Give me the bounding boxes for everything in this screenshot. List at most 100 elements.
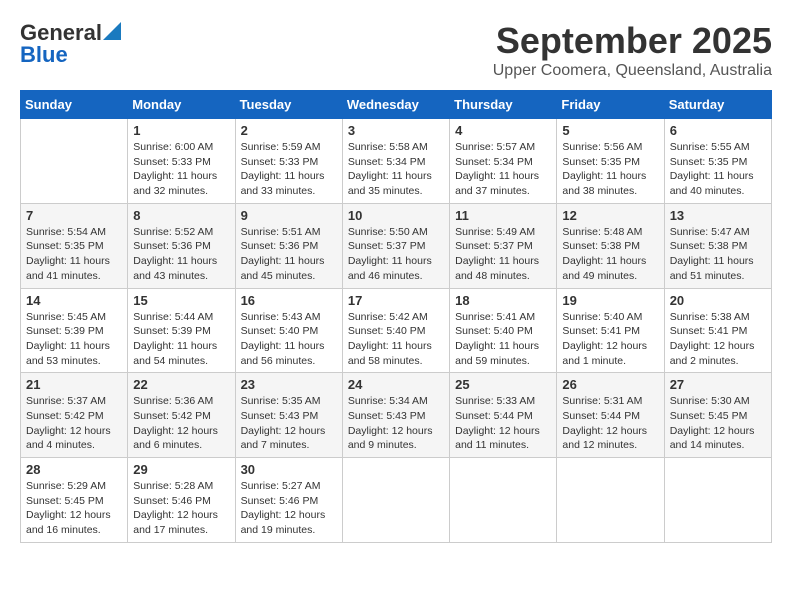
calendar-cell: 27 Sunrise: 5:30 AM Sunset: 5:45 PM Dayli… bbox=[664, 373, 771, 458]
calendar-cell: 21 Sunrise: 5:37 AM Sunset: 5:42 PM Dayli… bbox=[21, 373, 128, 458]
calendar-cell: 1 Sunrise: 6:00 AM Sunset: 5:33 PM Daylig… bbox=[128, 119, 235, 204]
day-info: Sunrise: 5:56 AM Sunset: 5:35 PM Dayligh… bbox=[562, 140, 658, 199]
calendar-cell: 19 Sunrise: 5:40 AM Sunset: 5:41 PM Dayli… bbox=[557, 288, 664, 373]
day-number: 11 bbox=[455, 208, 551, 223]
day-info: Sunrise: 5:55 AM Sunset: 5:35 PM Dayligh… bbox=[670, 140, 766, 199]
calendar-cell: 28Sunrise: 5:29 AM Sunset: 5:45 PM Dayli… bbox=[21, 458, 128, 543]
day-info: Sunrise: 5:52 AM Sunset: 5:36 PM Dayligh… bbox=[133, 225, 229, 284]
calendar-header-row: SundayMondayTuesdayWednesdayThursdayFrid… bbox=[21, 91, 772, 119]
day-info: Sunrise: 5:48 AM Sunset: 5:38 PM Dayligh… bbox=[562, 225, 658, 284]
day-info: Sunrise: 5:27 AM Sunset: 5:46 PM Dayligh… bbox=[241, 479, 337, 538]
day-info: Sunrise: 5:41 AM Sunset: 5:40 PM Dayligh… bbox=[455, 310, 551, 369]
day-info: Sunrise: 5:59 AM Sunset: 5:33 PM Dayligh… bbox=[241, 140, 337, 199]
day-number: 18 bbox=[455, 293, 551, 308]
day-number: 1 bbox=[133, 123, 229, 138]
day-info: Sunrise: 5:33 AM Sunset: 5:44 PM Dayligh… bbox=[455, 394, 551, 453]
calendar-cell: 8Sunrise: 5:52 AM Sunset: 5:36 PM Daylig… bbox=[128, 203, 235, 288]
calendar-cell bbox=[450, 458, 557, 543]
weekday-header-friday: Friday bbox=[557, 91, 664, 119]
day-number: 21 bbox=[26, 377, 122, 392]
day-info: Sunrise: 5:58 AM Sunset: 5:34 PM Dayligh… bbox=[348, 140, 444, 199]
day-number: 22 bbox=[133, 377, 229, 392]
day-info: Sunrise: 5:47 AM Sunset: 5:38 PM Dayligh… bbox=[670, 225, 766, 284]
calendar-week-row: 7 Sunrise: 5:54 AM Sunset: 5:35 PM Daylig… bbox=[21, 203, 772, 288]
calendar-cell: 6Sunrise: 5:55 AM Sunset: 5:35 PM Daylig… bbox=[664, 119, 771, 204]
day-number: 7 bbox=[26, 208, 122, 223]
day-info: Sunrise: 5:44 AM Sunset: 5:39 PM Dayligh… bbox=[133, 310, 229, 369]
calendar-cell bbox=[342, 458, 449, 543]
calendar-cell: 9Sunrise: 5:51 AM Sunset: 5:36 PM Daylig… bbox=[235, 203, 342, 288]
calendar-week-row: 28Sunrise: 5:29 AM Sunset: 5:45 PM Dayli… bbox=[21, 458, 772, 543]
calendar-cell bbox=[21, 119, 128, 204]
day-info: Sunrise: 6:00 AM Sunset: 5:33 PM Dayligh… bbox=[133, 140, 229, 199]
calendar-cell: 5 Sunrise: 5:56 AM Sunset: 5:35 PM Daylig… bbox=[557, 119, 664, 204]
day-info: Sunrise: 5:29 AM Sunset: 5:45 PM Dayligh… bbox=[26, 479, 122, 538]
calendar-cell: 23 Sunrise: 5:35 AM Sunset: 5:43 PM Dayli… bbox=[235, 373, 342, 458]
calendar-cell bbox=[557, 458, 664, 543]
calendar-cell: 25 Sunrise: 5:33 AM Sunset: 5:44 PM Dayli… bbox=[450, 373, 557, 458]
day-info: Sunrise: 5:38 AM Sunset: 5:41 PM Dayligh… bbox=[670, 310, 766, 369]
calendar-cell bbox=[664, 458, 771, 543]
day-info: Sunrise: 5:36 AM Sunset: 5:42 PM Dayligh… bbox=[133, 394, 229, 453]
day-number: 3 bbox=[348, 123, 444, 138]
day-number: 16 bbox=[241, 293, 337, 308]
calendar-cell: 15 Sunrise: 5:44 AM Sunset: 5:39 PM Dayli… bbox=[128, 288, 235, 373]
page-header: General Blue September 2025 Upper Coomer… bbox=[20, 20, 772, 80]
weekday-header-sunday: Sunday bbox=[21, 91, 128, 119]
day-number: 26 bbox=[562, 377, 658, 392]
day-info: Sunrise: 5:54 AM Sunset: 5:35 PM Dayligh… bbox=[26, 225, 122, 284]
calendar-cell: 13 Sunrise: 5:47 AM Sunset: 5:38 PM Dayli… bbox=[664, 203, 771, 288]
day-info: Sunrise: 5:30 AM Sunset: 5:45 PM Dayligh… bbox=[670, 394, 766, 453]
day-info: Sunrise: 5:31 AM Sunset: 5:44 PM Dayligh… bbox=[562, 394, 658, 453]
day-number: 30 bbox=[241, 462, 337, 477]
calendar-cell: 4 Sunrise: 5:57 AM Sunset: 5:34 PM Daylig… bbox=[450, 119, 557, 204]
day-number: 20 bbox=[670, 293, 766, 308]
day-info: Sunrise: 5:37 AM Sunset: 5:42 PM Dayligh… bbox=[26, 394, 122, 453]
day-number: 27 bbox=[670, 377, 766, 392]
title-block: September 2025 Upper Coomera, Queensland… bbox=[493, 20, 772, 80]
day-info: Sunrise: 5:35 AM Sunset: 5:43 PM Dayligh… bbox=[241, 394, 337, 453]
day-number: 13 bbox=[670, 208, 766, 223]
calendar-cell: 22 Sunrise: 5:36 AM Sunset: 5:42 PM Dayli… bbox=[128, 373, 235, 458]
logo-blue-text: Blue bbox=[20, 42, 68, 68]
logo: General Blue bbox=[20, 20, 121, 68]
day-info: Sunrise: 5:43 AM Sunset: 5:40 PM Dayligh… bbox=[241, 310, 337, 369]
calendar-cell: 16 Sunrise: 5:43 AM Sunset: 5:40 PM Dayli… bbox=[235, 288, 342, 373]
day-info: Sunrise: 5:49 AM Sunset: 5:37 PM Dayligh… bbox=[455, 225, 551, 284]
calendar-cell: 3 Sunrise: 5:58 AM Sunset: 5:34 PM Daylig… bbox=[342, 119, 449, 204]
day-info: Sunrise: 5:34 AM Sunset: 5:43 PM Dayligh… bbox=[348, 394, 444, 453]
day-number: 23 bbox=[241, 377, 337, 392]
calendar-cell: 11 Sunrise: 5:49 AM Sunset: 5:37 PM Dayli… bbox=[450, 203, 557, 288]
calendar-cell: 30 Sunrise: 5:27 AM Sunset: 5:46 PM Dayli… bbox=[235, 458, 342, 543]
weekday-header-thursday: Thursday bbox=[450, 91, 557, 119]
weekday-header-saturday: Saturday bbox=[664, 91, 771, 119]
calendar-cell: 10Sunrise: 5:50 AM Sunset: 5:37 PM Dayli… bbox=[342, 203, 449, 288]
day-number: 4 bbox=[455, 123, 551, 138]
day-info: Sunrise: 5:45 AM Sunset: 5:39 PM Dayligh… bbox=[26, 310, 122, 369]
month-title: September 2025 bbox=[493, 20, 772, 62]
calendar-cell: 26 Sunrise: 5:31 AM Sunset: 5:44 PM Dayli… bbox=[557, 373, 664, 458]
day-number: 25 bbox=[455, 377, 551, 392]
calendar-cell: 7 Sunrise: 5:54 AM Sunset: 5:35 PM Daylig… bbox=[21, 203, 128, 288]
calendar-week-row: 14Sunrise: 5:45 AM Sunset: 5:39 PM Dayli… bbox=[21, 288, 772, 373]
day-info: Sunrise: 5:57 AM Sunset: 5:34 PM Dayligh… bbox=[455, 140, 551, 199]
calendar-cell: 12 Sunrise: 5:48 AM Sunset: 5:38 PM Dayli… bbox=[557, 203, 664, 288]
location-title: Upper Coomera, Queensland, Australia bbox=[493, 62, 772, 80]
day-number: 9 bbox=[241, 208, 337, 223]
weekday-header-tuesday: Tuesday bbox=[235, 91, 342, 119]
calendar-cell: 14Sunrise: 5:45 AM Sunset: 5:39 PM Dayli… bbox=[21, 288, 128, 373]
day-info: Sunrise: 5:28 AM Sunset: 5:46 PM Dayligh… bbox=[133, 479, 229, 538]
day-number: 12 bbox=[562, 208, 658, 223]
calendar-week-row: 21 Sunrise: 5:37 AM Sunset: 5:42 PM Dayli… bbox=[21, 373, 772, 458]
calendar-cell: 2Sunrise: 5:59 AM Sunset: 5:33 PM Daylig… bbox=[235, 119, 342, 204]
day-number: 19 bbox=[562, 293, 658, 308]
day-info: Sunrise: 5:40 AM Sunset: 5:41 PM Dayligh… bbox=[562, 310, 658, 369]
day-number: 15 bbox=[133, 293, 229, 308]
day-number: 5 bbox=[562, 123, 658, 138]
day-number: 17 bbox=[348, 293, 444, 308]
day-number: 10 bbox=[348, 208, 444, 223]
calendar-cell: 17Sunrise: 5:42 AM Sunset: 5:40 PM Dayli… bbox=[342, 288, 449, 373]
calendar-week-row: 1 Sunrise: 6:00 AM Sunset: 5:33 PM Daylig… bbox=[21, 119, 772, 204]
day-number: 29 bbox=[133, 462, 229, 477]
calendar-table: SundayMondayTuesdayWednesdayThursdayFrid… bbox=[20, 90, 772, 543]
